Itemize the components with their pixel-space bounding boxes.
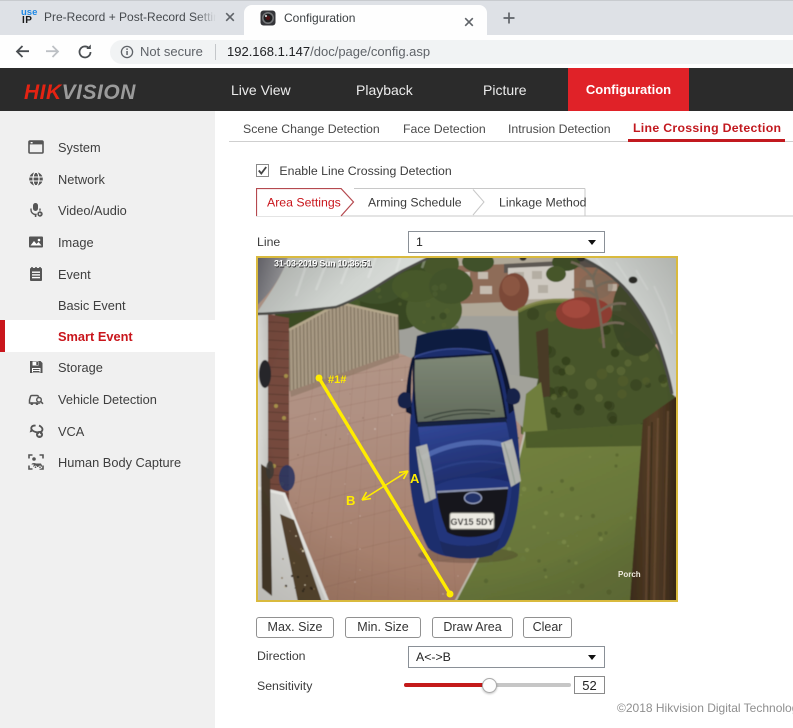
svg-text:A: A [410,471,420,486]
svg-text:Linkage Method: Linkage Method [499,196,587,210]
svg-text:#1#: #1# [328,374,346,386]
svg-text:Area Settings: Area Settings [267,196,341,210]
svg-text:B: B [346,493,355,508]
svg-text:Porch: Porch [618,570,641,579]
svg-text:31-03-2019 Sun 10:36:51: 31-03-2019 Sun 10:36:51 [274,259,371,269]
svg-text:Arming Schedule: Arming Schedule [368,196,462,210]
